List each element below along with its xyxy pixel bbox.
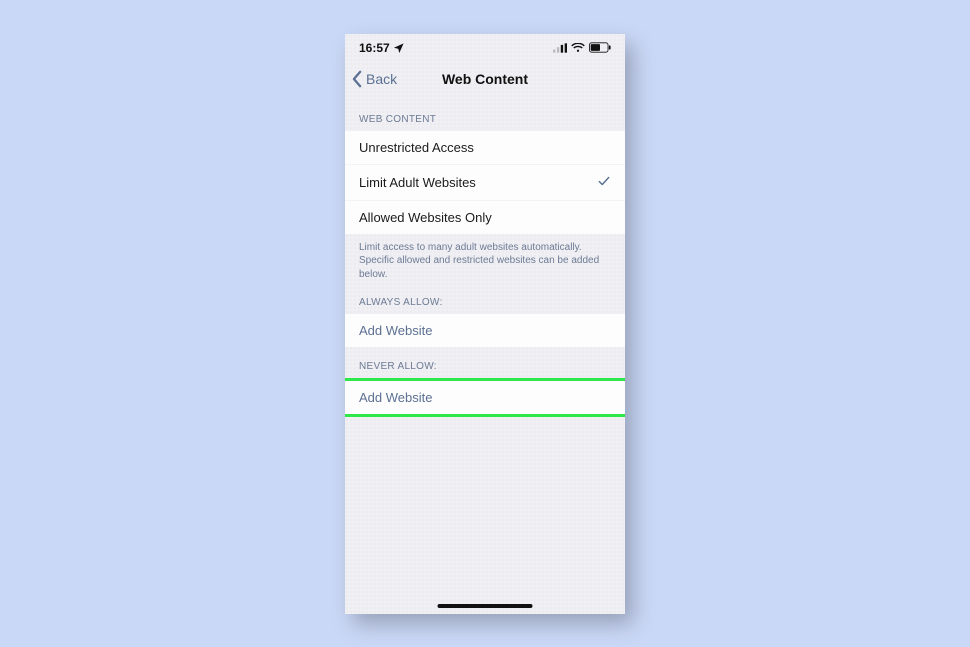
add-website-never-allow[interactable]: Add Website	[345, 381, 625, 414]
back-label: Back	[366, 71, 397, 87]
always-allow-group: Add Website	[345, 314, 625, 347]
option-limit-adult[interactable]: Limit Adult Websites	[345, 165, 625, 201]
webcontent-options: Unrestricted Access Limit Adult Websites…	[345, 131, 625, 234]
highlight-never-allow: Add Website	[345, 378, 625, 417]
chevron-left-icon	[351, 70, 364, 88]
add-website-label: Add Website	[359, 390, 432, 405]
status-right	[553, 42, 611, 53]
status-left: 16:57	[359, 41, 404, 55]
section-header-never-allow: NEVER ALLOW:	[345, 347, 625, 378]
nav-bar: Back Web Content	[345, 62, 625, 96]
option-label: Allowed Websites Only	[359, 210, 492, 225]
back-button[interactable]: Back	[351, 70, 397, 88]
option-label: Unrestricted Access	[359, 140, 474, 155]
location-icon	[394, 43, 404, 53]
option-label: Limit Adult Websites	[359, 175, 476, 190]
add-website-always-allow[interactable]: Add Website	[345, 314, 625, 347]
checkmark-icon	[597, 174, 611, 191]
never-allow-group: Add Website	[345, 381, 625, 414]
webcontent-footer: Limit access to many adult websites auto…	[345, 234, 625, 284]
status-bar: 16:57	[345, 34, 625, 62]
home-indicator[interactable]	[438, 604, 533, 608]
section-header-always-allow: ALWAYS ALLOW:	[345, 283, 625, 314]
cellular-icon	[553, 43, 567, 53]
option-unrestricted[interactable]: Unrestricted Access	[345, 131, 625, 165]
battery-icon	[589, 42, 611, 53]
add-website-label: Add Website	[359, 323, 432, 338]
status-time: 16:57	[359, 41, 390, 55]
phone-screen: 16:57	[345, 34, 625, 614]
section-header-webcontent: WEB CONTENT	[345, 96, 625, 131]
option-allowed-only[interactable]: Allowed Websites Only	[345, 201, 625, 234]
wifi-icon	[571, 43, 585, 53]
